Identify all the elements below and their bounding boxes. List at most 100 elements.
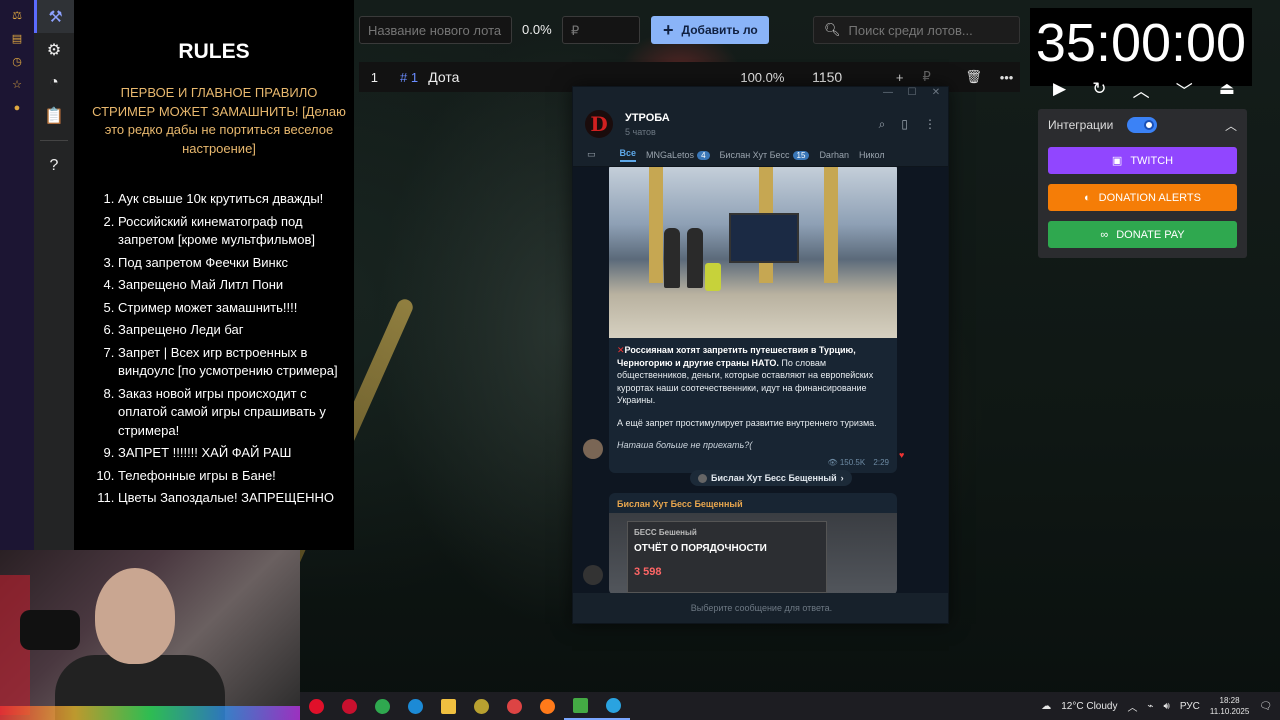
color-icon[interactable]: ● — [0, 96, 34, 119]
chevron-up-icon[interactable]: ︿ — [1127, 699, 1137, 714]
integrations-toggle[interactable] — [1127, 117, 1158, 133]
file-explorer-icon[interactable] — [432, 692, 465, 720]
pie-chart-icon[interactable]: ◔ — [34, 66, 74, 99]
rule-item: Аук свыше 10к крутиться дважды! — [118, 190, 344, 209]
message-sender: Бислан Хут Бесс Бещенный — [617, 499, 743, 509]
filter-tab[interactable]: Бислан Хут Бесс 15 — [720, 150, 810, 160]
news-post[interactable]: ✕Россиянам хотят запретить путешествия в… — [609, 167, 897, 473]
rule-item: Запрещено Май Литл Пони — [118, 276, 344, 295]
collapse-icon[interactable]: ︿ — [1225, 117, 1237, 134]
kebab-menu-icon[interactable]: ⋮ — [924, 117, 936, 132]
twitch-icon: ▣ — [1111, 155, 1123, 167]
rule-item: Под запретом Феечки Винкс — [118, 254, 344, 273]
channel-logo-icon[interactable]: D — [585, 110, 613, 138]
lot-id: # 1 — [400, 69, 419, 85]
airport-photo[interactable] — [609, 167, 897, 338]
add-lot-button[interactable]: + Добавить ло — [651, 16, 769, 44]
rule-item: Телефонные игры в Бане! — [118, 467, 344, 486]
rules-title: RULES — [178, 40, 250, 63]
network-icon[interactable]: ⌁ — [1147, 701, 1153, 712]
timer-controls: ▶ ↻ ︿ ﹀ ⏏ — [1040, 76, 1248, 102]
forwarded-from-pill[interactable]: Бислан Хут Бесс Бещенный › — [690, 470, 852, 486]
integrations-title: Интеграции — [1048, 118, 1114, 132]
doc-icon[interactable]: ▤ — [0, 27, 34, 50]
help-icon[interactable]: ? — [34, 149, 74, 182]
rule-item: Стример может замашнить!!!! — [118, 299, 344, 318]
filter-tab[interactable]: MNGaLetos 4 — [646, 150, 710, 160]
auction-gavel-icon[interactable]: ⚒ — [34, 0, 74, 33]
rules-panel: RULES ПЕРВОЕ И ГЛАВНОЕ ПРАВИЛО СТРИМЕР М… — [74, 0, 354, 550]
cloud-icon: ☁ — [1041, 700, 1052, 712]
language[interactable]: РУС — [1180, 701, 1200, 712]
firefox-icon[interactable] — [531, 692, 564, 720]
close-icon[interactable]: ✕ — [924, 87, 948, 105]
heart-reaction-icon[interactable]: ♥ — [899, 450, 904, 460]
chrome-icon[interactable] — [498, 692, 531, 720]
twitch-button[interactable]: ▣ TWITCH — [1048, 147, 1237, 174]
edge-icon[interactable] — [399, 692, 432, 720]
gear-icon[interactable]: ⚙ — [34, 33, 74, 66]
clock[interactable]: 18:28 11.10.2025 — [1210, 695, 1249, 717]
avatar[interactable] — [583, 439, 603, 459]
post-quote: Наташа больше не приехать?( — [617, 440, 753, 450]
lot-name[interactable]: Дота — [428, 69, 698, 85]
rgb-lights — [0, 706, 300, 720]
new-lot-percent: 0.0% — [522, 22, 552, 37]
panel-icon[interactable]: ▭ — [587, 149, 596, 160]
opera-icon[interactable] — [333, 692, 366, 720]
photo-title: ОТЧЁТ О ПОРЯДОЧНОСТИ — [634, 543, 767, 554]
sidebar-icon[interactable]: ▯ — [901, 117, 908, 132]
filter-tab[interactable]: Darhan — [819, 150, 849, 160]
volume-icon[interactable]: 🔊︎ — [1164, 701, 1170, 712]
telegram-window: — ☐ ✕ D УТРОБА 5 чатов ⌕ ▯ ⋮ ▭ Все MNGaL… — [572, 86, 949, 624]
chat-title: УТРОБА — [625, 111, 670, 124]
opera-gx-icon[interactable] — [300, 692, 333, 720]
channel-message[interactable]: Бислан Хут Бесс Бещенный БЕСС Бешеный ОТ… — [609, 493, 897, 594]
maximize-icon[interactable]: ☐ — [900, 87, 924, 105]
photo-number: 3 598 — [634, 566, 662, 578]
eject-icon[interactable]: ⏏ — [1219, 79, 1235, 99]
trash-icon[interactable]: 🗑 — [960, 69, 987, 85]
donate-pay-icon: ∞ — [1100, 228, 1109, 241]
integrations-panel: Интеграции ︿ ▣ TWITCH ◐ DONATION ALERTS … — [1038, 109, 1247, 258]
lot-add-button[interactable]: + — [886, 70, 913, 85]
new-lot-input[interactable] — [359, 16, 512, 44]
reset-icon[interactable]: ↻ — [1092, 79, 1106, 99]
star-icon[interactable]: ☆ — [0, 73, 34, 96]
new-lot-price-input[interactable] — [562, 16, 640, 44]
lot-index: 1 — [370, 69, 379, 85]
gavel-icon[interactable]: ⚖ — [0, 4, 34, 27]
chevron-up-icon[interactable]: ︿ — [1133, 77, 1150, 102]
avatar[interactable] — [583, 565, 603, 585]
clock-icon[interactable]: ◷ — [0, 50, 34, 73]
window-controls: — ☐ ✕ — [573, 87, 948, 105]
weather[interactable]: 12°C Cloudy — [1061, 701, 1117, 712]
donation-alerts-icon: ◐ — [1084, 191, 1091, 204]
search-icon: 🔍︎ — [824, 22, 841, 37]
lot-search-input[interactable] — [848, 22, 1019, 38]
chevron-down-icon[interactable]: ﹀ — [1176, 77, 1193, 102]
minimize-icon[interactable]: — — [876, 87, 900, 105]
more-options-icon[interactable]: ••• — [993, 70, 1020, 85]
plus-icon: + — [663, 19, 674, 40]
chat-filters: ▭ Все MNGaLetos 4 Бислан Хут Бесс 15 Darha… — [573, 143, 948, 167]
lot-search[interactable]: 🔍︎ — [813, 16, 1020, 44]
clipboard-icon[interactable]: 📋 — [34, 99, 74, 132]
donation-alerts-button[interactable]: ◐ DONATION ALERTS — [1048, 184, 1237, 211]
streamer-head — [95, 568, 175, 664]
notifications-icon[interactable]: 🗨︎ — [1259, 701, 1272, 712]
filter-all[interactable]: Все — [619, 148, 637, 162]
donate-pay-button[interactable]: ∞ DONATE PAY — [1048, 221, 1237, 248]
rule-item: Российский кинематограф под запретом [кр… — [118, 213, 344, 250]
telegram-icon[interactable] — [597, 692, 630, 720]
app-green-icon[interactable] — [366, 692, 399, 720]
filter-tab[interactable]: Никол — [859, 150, 885, 160]
compose-hint: Выберите сообщение для ответа. — [573, 593, 948, 623]
auction-app-icon[interactable] — [564, 692, 597, 720]
lot-amount: 1150 — [812, 69, 843, 85]
lot-currency-input[interactable]: ₽ — [913, 69, 940, 85]
screenshot-photo[interactable]: БЕСС Бешеный ОТЧЁТ О ПОРЯДОЧНОСТИ 3 598 — [609, 513, 897, 594]
play-icon[interactable]: ▶ — [1053, 79, 1066, 99]
search-icon[interactable]: ⌕ — [879, 117, 886, 132]
shield-app-icon[interactable] — [465, 692, 498, 720]
